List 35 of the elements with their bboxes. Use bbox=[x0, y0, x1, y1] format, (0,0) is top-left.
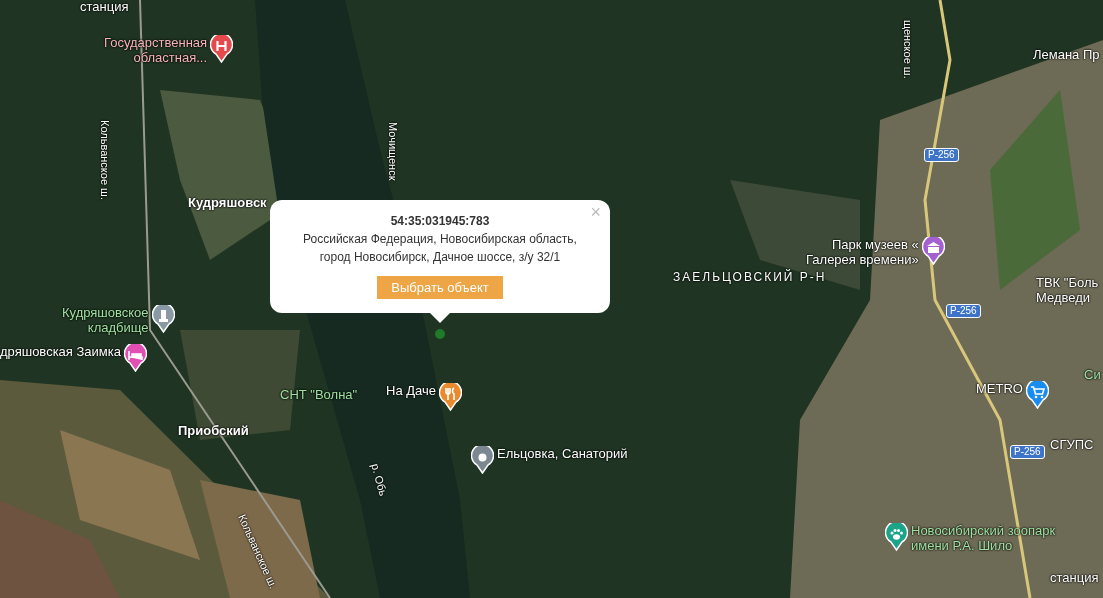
location-pin-icon[interactable] bbox=[471, 446, 494, 474]
route-shield: Р-256 bbox=[1010, 445, 1045, 459]
map-label: Приобский bbox=[178, 423, 249, 438]
map-label: На Даче bbox=[386, 383, 436, 398]
map-label: щенское ш. bbox=[901, 20, 915, 79]
map-label: Ельцовка, Санаторий bbox=[497, 446, 628, 461]
map-label: ТВК "Боль Медведи bbox=[1036, 275, 1099, 305]
map-label: Мочищенск bbox=[386, 122, 400, 181]
fork-knife-icon[interactable] bbox=[439, 383, 462, 411]
map-label: ЗАЕЛЬЦОВСКИЙ Р-Н bbox=[673, 270, 827, 285]
cadastral-number: 54:35:031945:783 bbox=[390, 213, 490, 230]
map-label: Кудряшовское кладбище bbox=[62, 305, 149, 335]
building-icon[interactable] bbox=[921, 237, 945, 265]
select-object-button[interactable]: Выбрать объект bbox=[377, 276, 503, 299]
route-shield: Р-256 bbox=[946, 304, 981, 318]
cart-icon[interactable] bbox=[1025, 381, 1049, 409]
hospital-icon[interactable] bbox=[210, 35, 234, 63]
route-shield: Р-256 bbox=[924, 148, 959, 162]
plot-marker-icon bbox=[434, 328, 446, 340]
map-label: СНТ "Волна" bbox=[280, 387, 358, 402]
map-label: станция bbox=[1050, 570, 1099, 585]
map-label: дряшовская Заимка bbox=[0, 344, 121, 359]
close-button[interactable]: × bbox=[587, 202, 604, 222]
bed-icon[interactable] bbox=[123, 344, 147, 372]
map-label: Лемана Пр bbox=[1033, 47, 1100, 62]
map-label: СГУПС bbox=[1050, 437, 1094, 452]
paw-icon[interactable] bbox=[885, 523, 908, 551]
map-label: р. Обь bbox=[368, 462, 391, 498]
map-label: Парк музеев « Галерея времени» bbox=[806, 237, 919, 267]
address-text: Российская Федерация, Новосибирская область, город Новосибирск, Дачное шоссе, з/у 32/1 bbox=[302, 231, 578, 266]
map-label: Кольванское ш. bbox=[98, 120, 112, 200]
map-label: Кудряшовск bbox=[188, 195, 267, 210]
map-label: Си bbox=[1084, 367, 1101, 382]
map-label: станция bbox=[80, 0, 129, 14]
monument-icon[interactable] bbox=[151, 305, 175, 333]
